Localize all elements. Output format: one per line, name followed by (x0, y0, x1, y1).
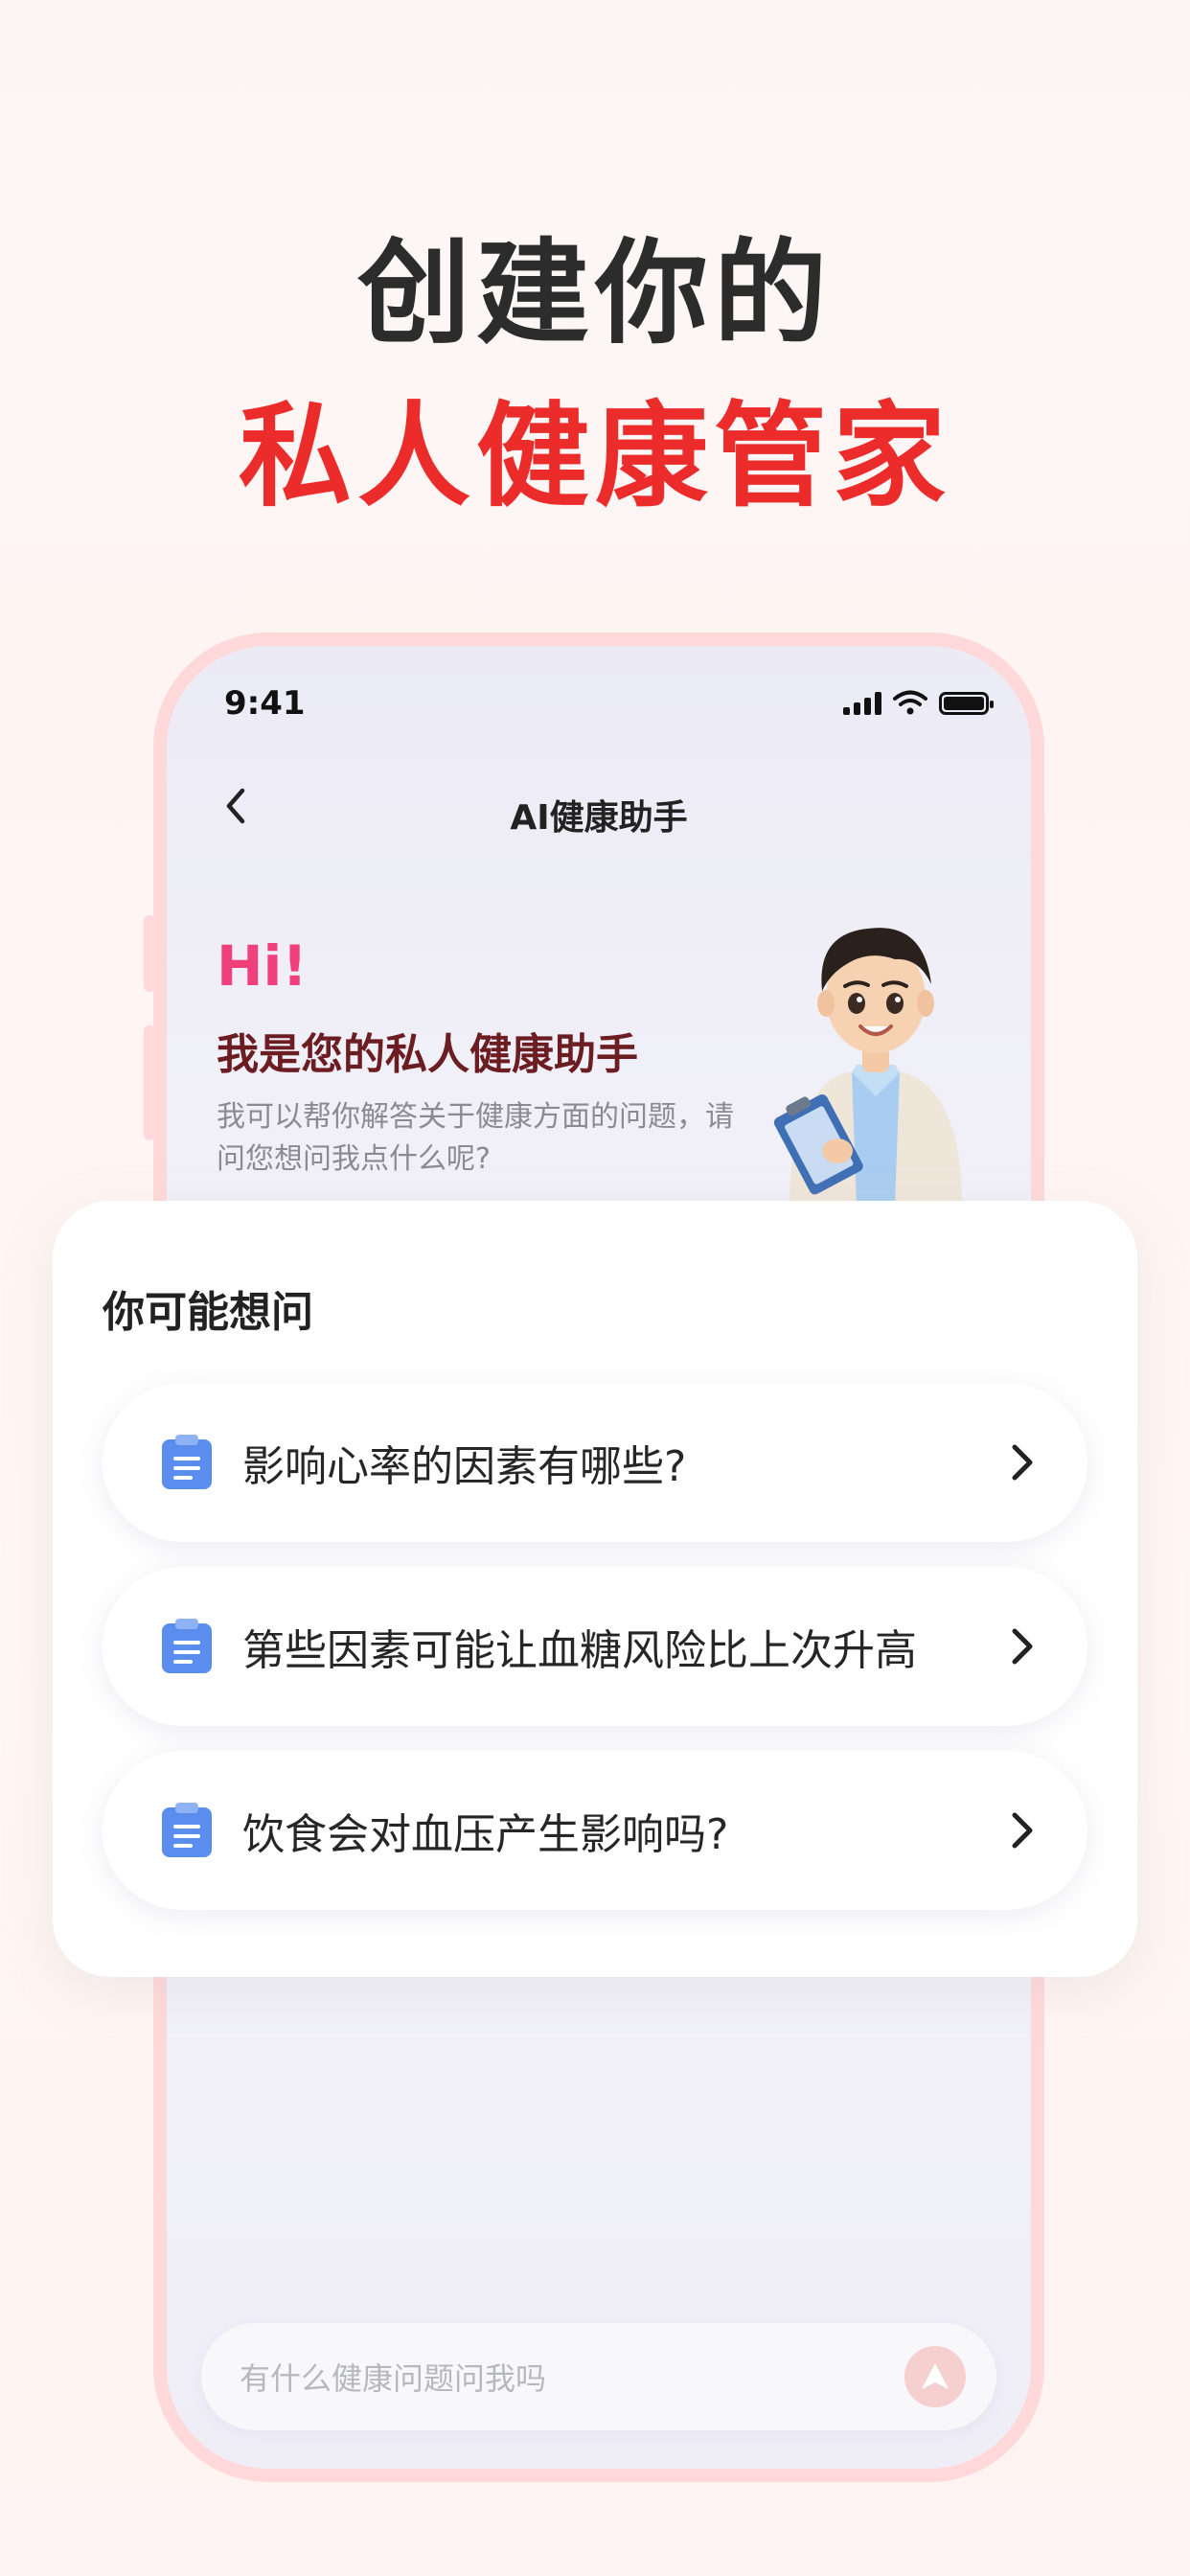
chevron-right-icon (1012, 1444, 1033, 1481)
suggestion-label: 饮食会对血压产生影响吗? (242, 1810, 729, 1859)
suggestion-item[interactable]: 第些因素可能让血糖风险比上次升高 (103, 1567, 1087, 1726)
status-icons (843, 690, 994, 715)
chevron-right-icon (1012, 1812, 1033, 1849)
nav-title: AI健康助手 (510, 798, 688, 838)
intro-description: 我可以帮你解答关于健康方面的问题，请问您想问我点什么呢? (217, 1100, 734, 1176)
clipboard-icon (162, 1803, 212, 1857)
headline-line-2: 私人健康管家 (238, 390, 951, 522)
wifi-icon (893, 690, 927, 715)
battery-icon (939, 692, 994, 715)
intro-title: 我是您的私人健康助手 (217, 1030, 638, 1079)
headline-line-1: 创建你的 (356, 227, 833, 359)
send-icon (922, 2363, 949, 2389)
clipboard-icon (162, 1435, 212, 1489)
chevron-right-icon (1012, 1628, 1033, 1665)
send-button[interactable] (904, 2346, 966, 2407)
chat-input-bar[interactable]: 有什么健康问题问我吗 (201, 2323, 996, 2430)
suggestion-card: 你可能想问 影响心率的因素有哪些? 第些因素可能让血糖风险比上次升高 饮食会对血… (53, 1201, 1137, 1977)
status-time: 9:41 (224, 684, 306, 723)
greeting-text: Hi! (217, 933, 308, 999)
suggestion-label: 影响心率的因素有哪些? (242, 1442, 687, 1491)
suggestion-title: 你可能想问 (103, 1288, 313, 1337)
suggestion-label: 第些因素可能让血糖风险比上次升高 (242, 1626, 917, 1675)
suggestion-item[interactable]: 饮食会对血压产生影响吗? (103, 1751, 1087, 1910)
assistant-avatar (773, 928, 962, 1207)
suggestion-item[interactable]: 影响心率的因素有哪些? (103, 1383, 1087, 1542)
chat-input[interactable]: 有什么健康问题问我吗 (240, 2355, 904, 2399)
clipboard-icon (162, 1619, 212, 1673)
signal-icon (843, 692, 881, 715)
